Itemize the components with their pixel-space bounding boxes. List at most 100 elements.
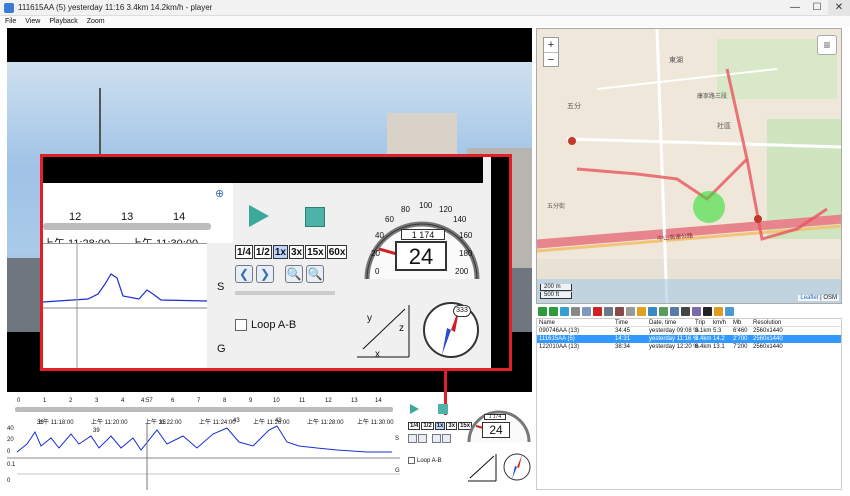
speed-60x-button[interactable]: 60x bbox=[326, 245, 348, 259]
mini-loop-ab-toggle[interactable]: Loop A-B bbox=[408, 457, 442, 464]
col-resolution[interactable]: Resolution bbox=[753, 319, 781, 327]
map-zoom-in-button[interactable]: + bbox=[544, 38, 558, 52]
col-trip[interactable]: Trip bbox=[695, 319, 705, 327]
export-icon[interactable] bbox=[648, 306, 657, 316]
zoom-timeline[interactable]: ⊕ 12 13 14 上午 11:28:00 上午 11:30:00 bbox=[43, 183, 233, 250]
map-zoom-out-button[interactable]: − bbox=[544, 52, 558, 66]
mini-next-button[interactable] bbox=[418, 434, 427, 443]
zoom-in-button[interactable]: 🔍 bbox=[306, 265, 324, 283]
zoom-magnifier-icon[interactable]: ⊕ bbox=[215, 187, 224, 200]
loop-ab-checkbox[interactable] bbox=[235, 319, 247, 331]
mini-timeline-track[interactable] bbox=[15, 407, 393, 412]
help-icon[interactable] bbox=[725, 306, 734, 316]
mini-hour: 0 bbox=[17, 398, 21, 404]
timeline-hour-14: 14 bbox=[173, 211, 186, 223]
col-time[interactable]: Time bbox=[615, 319, 628, 327]
file-row-selected[interactable]: 111615AA (5) 14:31 yesterday 11:16 % 3.4… bbox=[537, 335, 841, 343]
menu-view[interactable]: View bbox=[25, 16, 40, 27]
settings-icon[interactable] bbox=[692, 306, 701, 316]
mini-loop-checkbox[interactable] bbox=[408, 457, 415, 464]
mini-hour: 10 bbox=[273, 398, 280, 404]
save-icon[interactable] bbox=[604, 306, 613, 316]
speed-15x-button[interactable]: 15x bbox=[305, 245, 326, 259]
mini-speed-graph[interactable]: 40 20 0 0.1 0 36 35 43 43 39 S G bbox=[7, 418, 400, 490]
file-row[interactable]: 122010AA (13) 38:34 yesterday 12:20 % 8.… bbox=[537, 343, 841, 351]
y-tick: 0.1 bbox=[7, 462, 16, 468]
menu-zoom[interactable]: Zoom bbox=[87, 16, 105, 27]
mini-play-button[interactable] bbox=[410, 404, 419, 414]
map-scale: 200 m 500 ft bbox=[540, 283, 572, 299]
camera-icon[interactable] bbox=[681, 306, 690, 316]
mini-hour: 6 bbox=[171, 398, 175, 404]
col-mb[interactable]: Mb bbox=[733, 319, 741, 327]
speedo-tick-0: 0 bbox=[375, 267, 380, 276]
mini-speed-button[interactable]: 1/4 bbox=[408, 422, 421, 430]
menu-playback[interactable]: Playback bbox=[49, 16, 77, 27]
delete-icon[interactable] bbox=[593, 306, 602, 316]
mini-speed-graph-svg bbox=[7, 424, 400, 490]
film-icon[interactable] bbox=[703, 306, 712, 316]
map-attribution: Leaflet | OSM bbox=[798, 295, 839, 301]
chart-icon[interactable] bbox=[670, 306, 679, 316]
speed-half-button[interactable]: 1/2 bbox=[253, 245, 272, 259]
mini-speed-button[interactable]: 1/2 bbox=[421, 422, 434, 430]
play-button[interactable] bbox=[249, 205, 269, 227]
stop-button[interactable] bbox=[305, 207, 325, 227]
speed-1x-button[interactable]: 1x bbox=[272, 245, 288, 259]
map-view[interactable]: 五分 社區 東湖 中山高速公路 康寧路三段 五分街 + − ≡ 200 m 50… bbox=[536, 28, 842, 304]
mini-zoom-in-button[interactable] bbox=[442, 434, 451, 443]
osm-credit[interactable]: | OSM bbox=[820, 295, 837, 301]
close-button[interactable]: ✕ bbox=[828, 0, 850, 16]
folder-open-icon[interactable] bbox=[714, 306, 723, 316]
callout-video-edge bbox=[491, 157, 509, 368]
timeline-cursor-time[interactable]: 4:57 bbox=[141, 398, 153, 404]
minimize-button[interactable]: — bbox=[784, 0, 806, 16]
col-date[interactable]: Date, time bbox=[649, 319, 676, 327]
copy-icon[interactable] bbox=[582, 306, 591, 316]
map-layers-button[interactable]: ≡ bbox=[817, 35, 837, 55]
volume-slider[interactable] bbox=[235, 291, 335, 295]
star-icon[interactable] bbox=[637, 306, 646, 316]
speedo-tick-140: 140 bbox=[453, 215, 467, 224]
mini-speed-button[interactable]: 3x bbox=[446, 422, 458, 430]
cut-icon[interactable] bbox=[615, 306, 624, 316]
add-icon[interactable] bbox=[538, 306, 547, 316]
mini-prev-button[interactable] bbox=[408, 434, 417, 443]
remove-icon[interactable] bbox=[549, 306, 558, 316]
next-button[interactable]: ❯ bbox=[256, 265, 274, 283]
file-row[interactable]: 090746AA (13) 34:45 yesterday 09:08 % 3.… bbox=[537, 327, 841, 335]
mini-zoom-out-button[interactable] bbox=[432, 434, 441, 443]
compass-heading: 333 bbox=[453, 305, 471, 317]
col-name[interactable]: Name bbox=[539, 319, 555, 327]
refresh-icon[interactable] bbox=[560, 306, 569, 316]
zoom-out-button[interactable]: 🔍 bbox=[285, 265, 303, 283]
mini-compass-icon bbox=[503, 453, 531, 481]
mini-speedometer bbox=[467, 410, 531, 443]
accelerometer-axes-icon bbox=[357, 305, 410, 358]
folder-icon[interactable] bbox=[571, 306, 580, 316]
axis-y-label: y bbox=[367, 313, 372, 324]
file-toolbar bbox=[536, 305, 842, 317]
app-icon bbox=[4, 3, 14, 13]
mini-timeline[interactable]: 0 1 2 3 4 4:57 6 7 8 9 10 11 12 13 14 bbox=[7, 394, 400, 416]
timeline-track[interactable] bbox=[43, 223, 211, 230]
y-tick: 0 bbox=[7, 449, 11, 455]
odometer: 1 174 bbox=[401, 229, 445, 240]
map-icon[interactable] bbox=[659, 306, 668, 316]
peak-label: 43 bbox=[233, 418, 240, 424]
maximize-button[interactable]: ☐ bbox=[806, 0, 828, 16]
menu-file[interactable]: File bbox=[5, 16, 16, 27]
loop-ab-toggle[interactable]: Loop A-B bbox=[235, 319, 296, 331]
leaflet-link[interactable]: Leaflet bbox=[800, 295, 818, 301]
mini-speed-button-active[interactable]: 1x bbox=[434, 422, 446, 430]
timeline-panel[interactable]: 0 1 2 3 4 4:57 6 7 8 9 10 11 12 13 14 上午… bbox=[7, 394, 400, 490]
mini-hour: 3 bbox=[95, 398, 99, 404]
speed-graph[interactable] bbox=[43, 243, 208, 368]
col-kmh[interactable]: km/h bbox=[713, 319, 726, 327]
speed-3x-button[interactable]: 3x bbox=[288, 245, 305, 259]
map-label-wufen-st: 五分街 bbox=[547, 204, 566, 210]
mini-stop-button[interactable] bbox=[438, 404, 448, 414]
speed-quarter-button[interactable]: 1/4 bbox=[235, 245, 253, 259]
info-icon[interactable] bbox=[626, 306, 635, 316]
prev-button[interactable]: ❮ bbox=[235, 265, 253, 283]
